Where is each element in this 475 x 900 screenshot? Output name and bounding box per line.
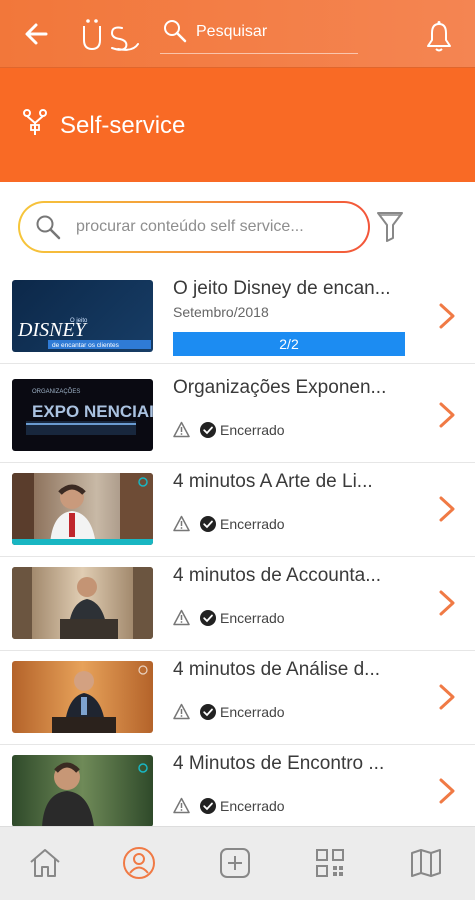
chevron-right-icon[interactable]	[437, 589, 457, 617]
list-item[interactable]: 4 minutos A Arte de Li... Encerrado	[0, 463, 475, 557]
item-title: 4 minutos de Análise d...	[173, 659, 381, 680]
bottom-tab-bar	[0, 826, 475, 900]
thumbnail	[12, 567, 153, 639]
check-circle-icon	[200, 516, 216, 532]
chevron-right-icon[interactable]	[437, 401, 457, 429]
item-title: 4 minutos de Accounta...	[173, 565, 382, 586]
thumbnail: ORGANIZAÇÕES EXPO NENCIAIS	[12, 379, 153, 451]
status-label: Encerrado	[220, 422, 285, 438]
qr-code-icon[interactable]	[312, 845, 348, 881]
header-search[interactable]: Pesquisar	[160, 14, 358, 54]
thumbnail	[12, 473, 153, 545]
section-header: Self-service	[0, 68, 475, 182]
search-icon	[164, 20, 187, 43]
item-title: O jeito Disney de encan...	[173, 278, 391, 299]
thumb-caption: ORGANIZAÇÕES	[32, 388, 80, 395]
item-title: 4 Minutos de Encontro ...	[173, 753, 385, 774]
map-icon[interactable]	[408, 845, 444, 881]
top-bar: Pesquisar	[0, 0, 475, 68]
thumbnail	[12, 755, 153, 827]
item-date: Setembro/2018	[173, 304, 269, 320]
list-item[interactable]: 4 minutos de Análise d... Encerrado	[0, 651, 475, 745]
chevron-right-icon[interactable]	[437, 302, 457, 330]
profile-icon[interactable]	[121, 845, 157, 881]
item-title: 4 minutos A Arte de Li...	[173, 471, 373, 492]
chevron-right-icon[interactable]	[437, 777, 457, 805]
page-title: Self-service	[60, 112, 186, 139]
thumb-subtitle: de encantar os clientes	[52, 342, 120, 349]
status-label: Encerrado	[220, 798, 285, 814]
list-item[interactable]: 4 minutos de Accounta... Encerrado	[0, 557, 475, 651]
thumbnail	[12, 661, 153, 733]
warning-icon	[173, 703, 190, 720]
check-circle-icon	[200, 422, 216, 438]
progress-bar: 2/2	[173, 332, 405, 356]
thumb-title: EXPO NENCIAIS	[32, 402, 153, 421]
us-logo[interactable]	[78, 16, 140, 54]
status-label: Encerrado	[220, 516, 285, 532]
thumbnail: O jeito DISNEY de encantar os clientes	[12, 280, 153, 352]
warning-icon	[173, 797, 190, 814]
chevron-right-icon[interactable]	[437, 683, 457, 711]
back-arrow-icon[interactable]	[22, 20, 52, 48]
content-search-field[interactable]: procurar conteúdo self service...	[18, 201, 370, 253]
warning-icon	[173, 515, 190, 532]
check-circle-icon	[200, 798, 216, 814]
bell-icon[interactable]	[424, 20, 454, 54]
chevron-right-icon[interactable]	[437, 495, 457, 523]
search-icon	[36, 215, 61, 240]
status-label: Encerrado	[220, 704, 285, 720]
content-search-placeholder: procurar conteúdo self service...	[76, 218, 304, 235]
list-item[interactable]: 4 Minutos de Encontro ... Encerrado	[0, 745, 475, 839]
warning-icon	[173, 609, 190, 626]
thumb-title: DISNEY	[17, 319, 88, 341]
check-circle-icon	[200, 610, 216, 626]
add-icon[interactable]	[217, 845, 253, 881]
home-icon[interactable]	[27, 845, 63, 881]
item-title: Organizações Exponen...	[173, 377, 387, 398]
list-item[interactable]: O jeito DISNEY de encantar os clientes O…	[0, 270, 475, 364]
warning-icon	[173, 421, 190, 438]
check-circle-icon	[200, 704, 216, 720]
self-service-icon	[23, 109, 47, 135]
header-search-placeholder: Pesquisar	[196, 23, 268, 40]
list-item[interactable]: ORGANIZAÇÕES EXPO NENCIAIS Organizações …	[0, 369, 475, 463]
status-label: Encerrado	[220, 610, 285, 626]
filter-icon[interactable]	[376, 209, 404, 243]
